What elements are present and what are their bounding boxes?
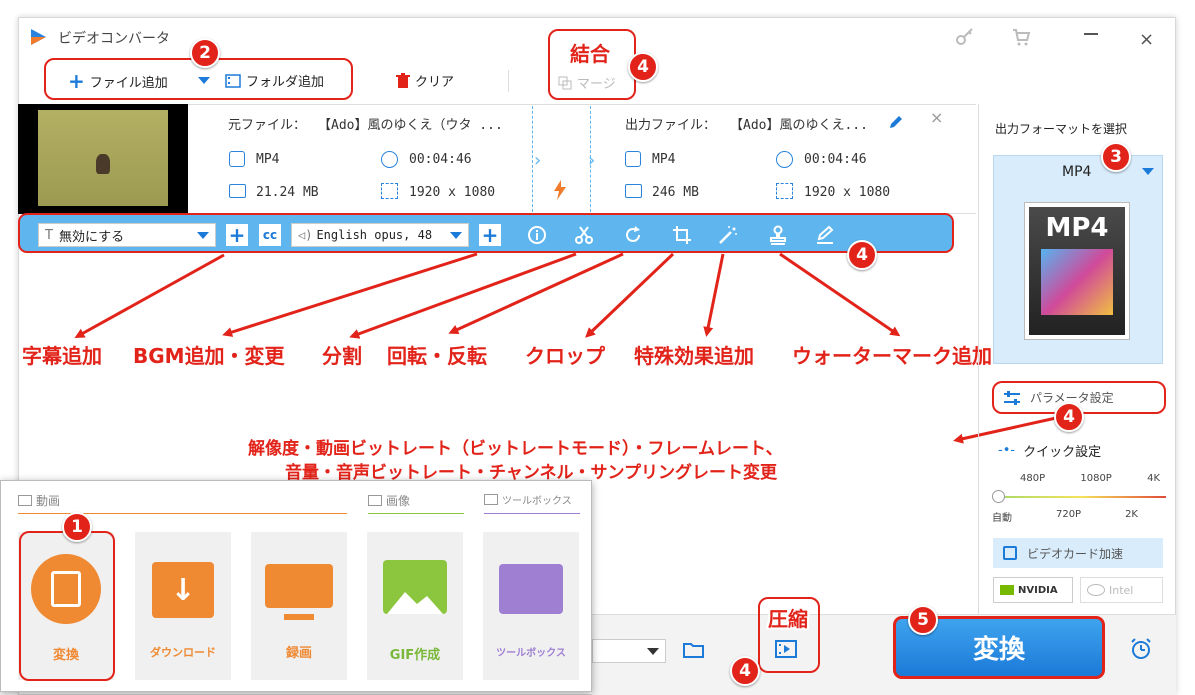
annotation-crop: クロップ — [525, 344, 605, 368]
image-category-line — [368, 513, 464, 514]
quality-slider-handle[interactable] — [992, 490, 1005, 503]
annotation-box-convert-tile — [19, 531, 115, 681]
annotation-subtitle: 字幕追加 — [22, 344, 102, 368]
format-dropdown-icon — [1142, 168, 1154, 175]
badge-4-params: 4 — [1054, 402, 1084, 432]
category-video: 動画 — [18, 492, 60, 509]
quick-settings-icon: -•- — [998, 443, 1016, 458]
film-icon — [18, 495, 32, 506]
toolbox-category-line — [484, 513, 580, 514]
select-format-label: 出力フォーマットを選択 — [995, 122, 1128, 136]
nvidia-icon — [1000, 585, 1014, 595]
tile-download[interactable]: ↓ ダウンロード — [135, 532, 231, 680]
annotation-rotate: 回転・反転 — [387, 344, 487, 368]
badge-3: 3 — [1101, 142, 1131, 172]
quality-labels-top: 480P 1080P 4K — [1020, 473, 1160, 484]
output-folder-dropdown-icon — [647, 648, 659, 655]
annotation-bgm: BGM追加・変更 — [133, 344, 285, 368]
tile-gif[interactable]: GIF作成 — [367, 532, 463, 680]
open-folder-icon[interactable] — [683, 641, 705, 659]
mp4-image-text: MP4 — [1045, 213, 1109, 243]
annotation-effects: 特殊効果追加 — [634, 344, 754, 368]
tile-toolbox-label: ツールボックス — [496, 648, 566, 659]
download-icon: ↓ — [152, 562, 214, 618]
output-folder-select[interactable] — [592, 639, 666, 663]
quality-slider-track[interactable] — [996, 496, 1166, 498]
tile-record[interactable]: 録画 — [251, 532, 347, 680]
annotation-params-line1: 解像度・動画ビットレート（ビットレートモード）・フレームレート、 — [248, 439, 783, 459]
quality-labels-bottom: 自動 720P 2K — [992, 509, 1138, 524]
tile-record-label: 録画 — [285, 646, 312, 661]
image-icon — [368, 495, 382, 506]
compress-icon[interactable] — [775, 640, 797, 658]
format-selector[interactable]: MP4 MP4 — [993, 155, 1163, 364]
badge-5: 5 — [908, 605, 938, 635]
toolbox-icon — [499, 564, 563, 614]
annotation-watermark: ウォーターマーク追加 — [792, 344, 992, 368]
badge-1: 1 — [62, 512, 92, 542]
chip-icon — [1003, 546, 1017, 560]
quick-settings-label: -•- クイック設定 — [998, 443, 1102, 460]
gpu-accel-toggle[interactable]: ビデオカード加速 — [993, 538, 1163, 568]
settings-sliders-icon — [1004, 390, 1020, 405]
badge-4-compress: 4 — [730, 656, 760, 686]
annotation-split: 分割 — [322, 344, 362, 368]
intel-button[interactable]: Intel — [1080, 577, 1163, 603]
tile-gif-label: GIF作成 — [389, 648, 441, 663]
tile-download-label: ダウンロード — [150, 646, 216, 659]
category-image: 画像 — [368, 492, 410, 509]
picture-icon — [383, 560, 447, 614]
category-toolbox: ツールボックス — [484, 492, 572, 507]
format-value: MP4 — [1062, 164, 1092, 180]
params-button[interactable]: パラメータ設定 — [1004, 389, 1114, 406]
monitor-icon — [265, 564, 333, 608]
alarm-icon[interactable] — [1129, 637, 1153, 661]
nvidia-button[interactable]: NVIDIA — [993, 577, 1073, 603]
mp4-format-image: MP4 — [1024, 202, 1130, 340]
intel-icon — [1087, 584, 1105, 596]
toolbox-small-icon — [484, 494, 498, 505]
annotation-compress-label: 圧縮 — [768, 607, 808, 631]
tile-toolbox[interactable]: ツールボックス — [483, 532, 579, 680]
